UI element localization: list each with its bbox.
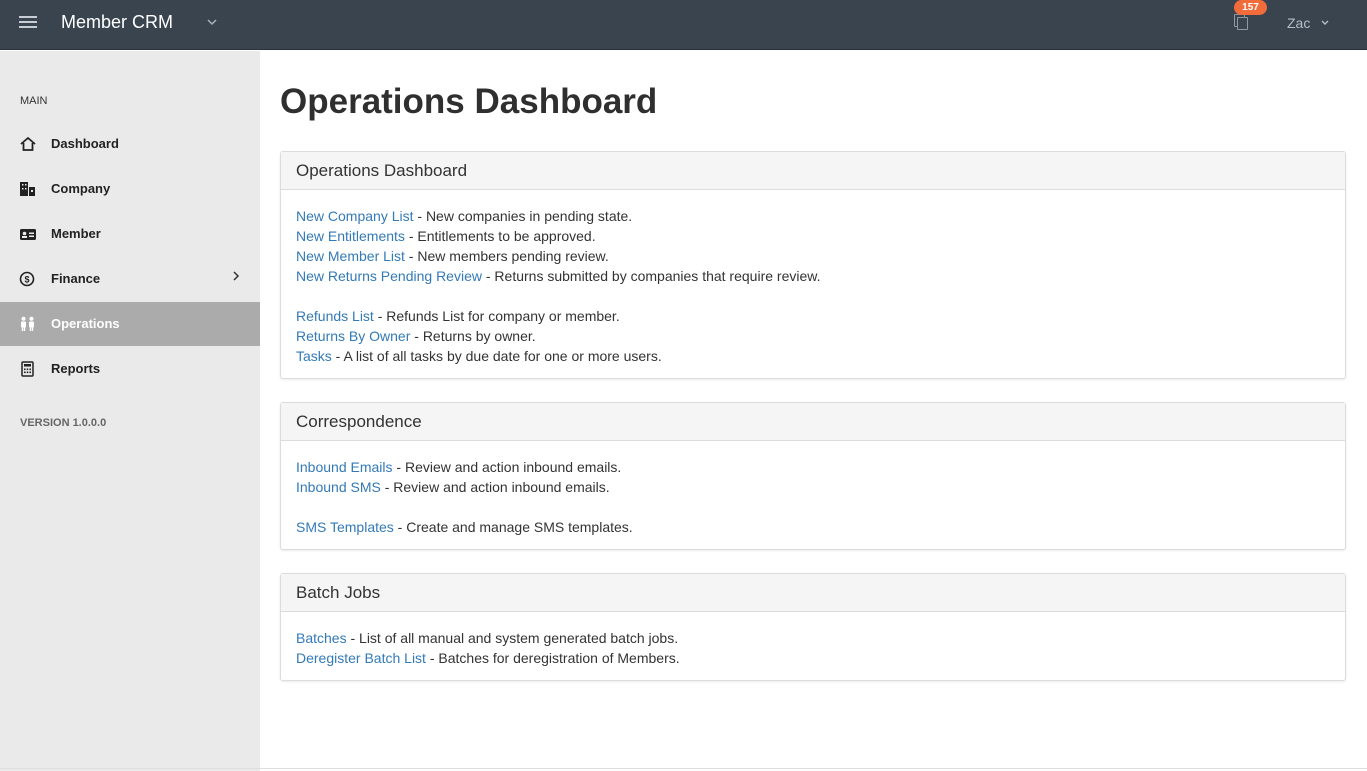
list-item: Refunds List - Refunds List for company … <box>296 306 1330 326</box>
refunds-list-link[interactable]: Refunds List <box>296 308 374 324</box>
new-member-list-link[interactable]: New Member List <box>296 248 405 264</box>
list-item: New Entitlements - Entitlements to be ap… <box>296 226 1330 246</box>
user-name: Zac <box>1287 15 1311 31</box>
id-card-icon <box>19 226 37 242</box>
list-item: New Returns Pending Review - Returns sub… <box>296 266 1330 286</box>
people-icon <box>19 316 37 332</box>
sidebar-item-dashboard[interactable]: Dashboard <box>0 122 260 166</box>
item-description: - Refunds List for company or member. <box>373 308 620 324</box>
sidebar-item-label: Company <box>51 181 111 196</box>
panel-title: Batch Jobs <box>281 574 1345 612</box>
new-company-list-link[interactable]: New Company List <box>296 208 414 224</box>
sidebar-item-reports[interactable]: Reports <box>0 347 260 391</box>
item-description: - New companies in pending state. <box>413 208 633 224</box>
list-item: Inbound Emails - Review and action inbou… <box>296 457 1330 477</box>
panel-title: Correspondence <box>281 403 1345 441</box>
sidebar-item-operations[interactable]: Operations <box>0 302 260 346</box>
correspondence-panel: Correspondence Inbound Emails - Review a… <box>280 402 1346 550</box>
batch-jobs-panel: Batch Jobs Batches - List of all manual … <box>280 573 1346 681</box>
divider <box>0 768 1367 769</box>
returns-by-owner-link[interactable]: Returns By Owner <box>296 328 410 344</box>
sidebar-item-label: Member <box>51 226 101 241</box>
item-description: - Entitlements to be approved. <box>404 228 596 244</box>
sidebar: MAIN Dashboard Company Member $ Finance … <box>0 51 260 771</box>
home-icon <box>19 136 37 152</box>
version-label: VERSION 1.0.0.0 <box>20 417 107 429</box>
operations-dashboard-panel: Operations Dashboard New Company List - … <box>280 151 1346 379</box>
hamburger-icon[interactable] <box>19 16 37 30</box>
sidebar-item-member[interactable]: Member <box>0 212 260 256</box>
item-description: - Create and manage SMS templates. <box>393 519 633 535</box>
inbound-emails-link[interactable]: Inbound Emails <box>296 459 393 475</box>
new-returns-pending-review-link[interactable]: New Returns Pending Review <box>296 268 482 284</box>
chevron-right-icon <box>232 270 240 285</box>
deregister-batch-list-link[interactable]: Deregister Batch List <box>296 650 426 666</box>
batches-link[interactable]: Batches <box>296 630 347 646</box>
item-description: - A list of all tasks by due date for on… <box>331 348 662 364</box>
dollar-circle-icon: $ <box>19 271 37 287</box>
sidebar-section-label: MAIN <box>20 95 48 107</box>
list-item: Tasks - A list of all tasks by due date … <box>296 346 1330 366</box>
chevron-down-icon <box>1316 15 1330 31</box>
list-item: Returns By Owner - Returns by owner. <box>296 326 1330 346</box>
item-description: - Review and action inbound emails. <box>392 459 622 475</box>
notification-badge: 157 <box>1234 0 1267 15</box>
copy-icon[interactable] <box>1234 14 1250 32</box>
item-description: - Returns by owner. <box>410 328 536 344</box>
item-description: - Returns submitted by companies that re… <box>481 268 821 284</box>
svg-text:$: $ <box>24 275 29 285</box>
list-item: New Member List - New members pending re… <box>296 246 1330 266</box>
calculator-icon <box>19 361 37 377</box>
sidebar-item-label: Operations <box>51 316 120 331</box>
tasks-link[interactable]: Tasks <box>296 348 332 364</box>
list-item: Inbound SMS - Review and action inbound … <box>296 477 1330 497</box>
chevron-down-icon[interactable] <box>206 15 218 33</box>
user-menu[interactable]: Zac <box>1287 15 1330 31</box>
app-title[interactable]: Member CRM <box>61 12 173 33</box>
sidebar-item-label: Reports <box>51 361 101 376</box>
item-description: - List of all manual and system generate… <box>346 630 679 646</box>
main-content: Operations Dashboard Operations Dashboar… <box>260 51 1367 771</box>
sidebar-item-company[interactable]: Company <box>0 167 260 211</box>
sidebar-item-label: Finance <box>51 271 101 286</box>
new-entitlements-link[interactable]: New Entitlements <box>296 228 405 244</box>
item-description: - Review and action inbound emails. <box>380 479 610 495</box>
panel-title: Operations Dashboard <box>281 152 1345 190</box>
building-icon <box>19 181 37 197</box>
inbound-sms-link[interactable]: Inbound SMS <box>296 479 381 495</box>
page-title: Operations Dashboard <box>280 82 658 121</box>
item-description: - Batches for deregistration of Members. <box>425 650 680 666</box>
item-description: - New members pending review. <box>404 248 609 264</box>
list-item: Batches - List of all manual and system … <box>296 628 1330 648</box>
sms-templates-link[interactable]: SMS Templates <box>296 519 394 535</box>
list-item: New Company List - New companies in pend… <box>296 206 1330 226</box>
top-navbar: Member CRM 157 Zac <box>0 0 1367 50</box>
list-item: SMS Templates - Create and manage SMS te… <box>296 517 1330 537</box>
sidebar-item-label: Dashboard <box>51 136 119 151</box>
list-item: Deregister Batch List - Batches for dere… <box>296 648 1330 668</box>
sidebar-item-finance[interactable]: $ Finance <box>0 257 260 301</box>
